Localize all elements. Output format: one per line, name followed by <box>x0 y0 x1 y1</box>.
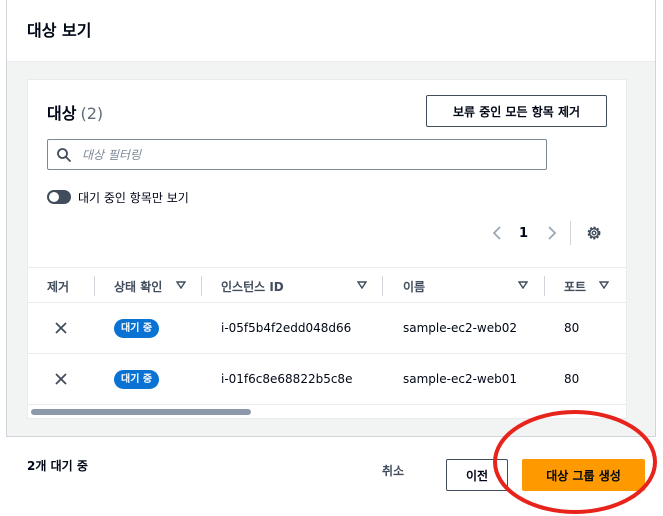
toggle-knob <box>49 192 59 202</box>
port-cell: 80 <box>564 321 580 335</box>
gear-icon[interactable] <box>585 224 603 242</box>
column-separator <box>94 276 95 296</box>
name-cell: sample-ec2-web02 <box>403 321 517 335</box>
horizontal-scrollbar[interactable] <box>31 409 251 415</box>
page-number-current[interactable]: 1 <box>519 226 528 241</box>
instance-id-cell: i-05f5b4f2edd048d66 <box>221 321 352 335</box>
modal-title: 대상 보기 <box>27 21 92 40</box>
name-cell: sample-ec2-web01 <box>403 372 517 386</box>
sort-down-icon[interactable] <box>176 281 186 289</box>
sort-down-icon[interactable] <box>518 281 528 289</box>
pending-count-text: 2개 대기 중 <box>27 459 88 473</box>
chevron-left-icon[interactable] <box>490 224 504 242</box>
previous-button[interactable]: 이전 <box>446 459 508 491</box>
column-separator <box>201 276 202 296</box>
column-header-name[interactable]: 이름 <box>403 278 425 295</box>
table-row: 대기 중 i-01f6c8e68822b5c8e sample-ec2-web0… <box>28 355 626 405</box>
targets-modal: 대상 보기 대상(2) 보류 중인 모든 항목 제거 대기 중인 항목만 보기 … <box>6 0 656 437</box>
column-separator <box>544 276 545 296</box>
cancel-button[interactable]: 취소 <box>382 462 404 479</box>
port-cell: 80 <box>564 372 580 386</box>
sort-down-icon[interactable] <box>357 281 367 289</box>
targets-count: (2) <box>80 104 104 123</box>
column-separator <box>382 276 383 296</box>
table-header: 제거 상태 확인 인스턴스 ID 이름 포트 <box>28 267 626 303</box>
targets-heading: 대상 (2) <box>47 100 103 124</box>
column-header-remove: 제거 <box>47 280 70 294</box>
filter-box[interactable] <box>47 139 547 170</box>
close-icon[interactable] <box>54 321 68 335</box>
instance-id-cell: i-01f6c8e68822b5c8e <box>221 372 353 386</box>
table-row: 대기 중 i-05f5b4f2edd048d66 sample-ec2-web0… <box>28 304 626 354</box>
status-badge: 대기 중 <box>114 319 160 338</box>
remove-all-pending-button[interactable]: 보류 중인 모든 항목 제거 <box>426 95 607 127</box>
pending-only-toggle[interactable] <box>47 190 71 204</box>
create-target-group-button[interactable]: 대상 그룹 생성 <box>522 459 645 491</box>
search-icon <box>57 148 71 162</box>
status-badge: 대기 중 <box>114 370 160 389</box>
column-header-port[interactable]: 포트 <box>564 278 586 295</box>
close-icon[interactable] <box>54 372 68 386</box>
pending-only-toggle-label: 대기 중인 항목만 보기 <box>78 191 189 205</box>
modal-body: 대상(2) 보류 중인 모든 항목 제거 대기 중인 항목만 보기 1 <box>7 62 655 436</box>
pagination-divider <box>570 221 571 245</box>
modal-header: 대상 보기 <box>7 0 655 62</box>
targets-title: 대상 <box>47 104 77 123</box>
sort-down-icon[interactable] <box>599 281 609 289</box>
chevron-right-icon[interactable] <box>545 224 559 242</box>
targets-container: 대상(2) 보류 중인 모든 항목 제거 대기 중인 항목만 보기 1 <box>27 79 627 419</box>
column-header-status[interactable]: 상태 확인 <box>114 278 162 295</box>
column-header-instance-id[interactable]: 인스턴스 ID <box>221 278 284 295</box>
filter-input[interactable] <box>80 144 520 166</box>
